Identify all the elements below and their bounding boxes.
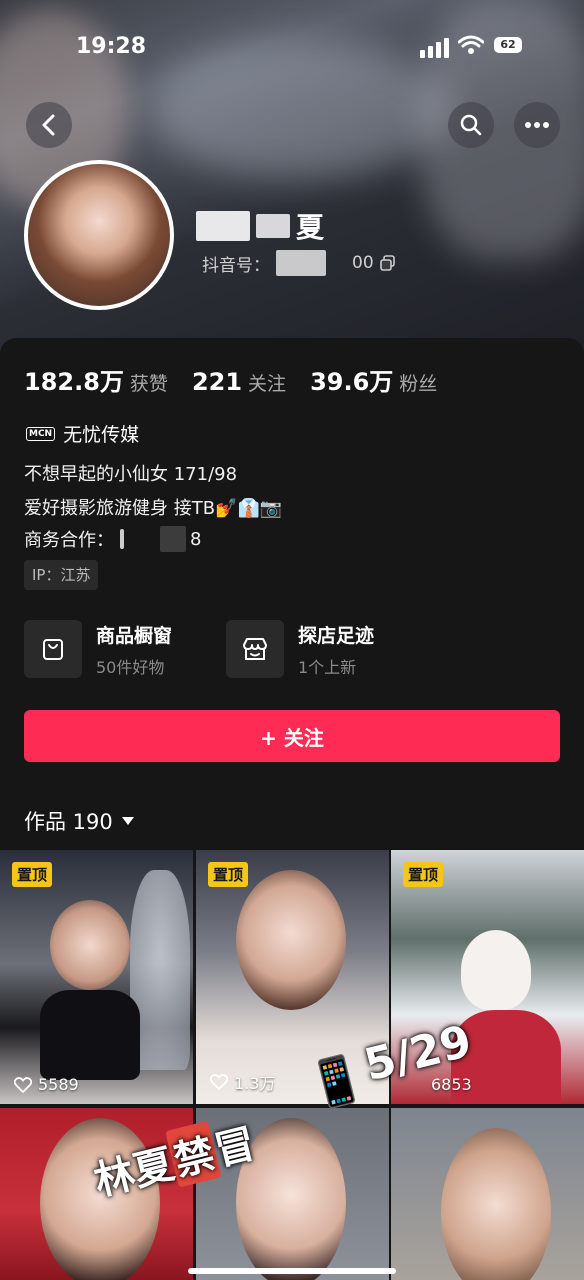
ip-location: IP：江苏 xyxy=(24,560,99,590)
more-button[interactable] xyxy=(514,102,560,148)
back-icon xyxy=(42,114,55,136)
likes-count: 1.3万 xyxy=(234,1074,276,1093)
nickname: 夏 xyxy=(196,206,324,246)
shop-icon xyxy=(226,620,284,678)
heart-icon xyxy=(14,1076,32,1093)
works-label: 作品 190 xyxy=(24,810,113,834)
home-indicator[interactable] xyxy=(188,1268,396,1274)
redaction-mask xyxy=(276,250,326,276)
likes-counter: 1.3万 xyxy=(210,1070,275,1094)
bag-icon xyxy=(24,620,82,678)
redaction-mask xyxy=(160,526,186,552)
likes-count: 6853 xyxy=(431,1075,472,1094)
bio-line: 爱好摄影旅游健身 接TB💅👔📷 xyxy=(24,498,283,519)
copy-icon[interactable] xyxy=(379,255,396,271)
more-icon xyxy=(525,122,549,128)
video-thumb[interactable]: 置顶 5589 xyxy=(0,850,193,1104)
stats-row: 182.8万 获赞 221 关注 39.6万 粉丝 xyxy=(24,362,461,397)
hat-shape xyxy=(461,930,531,1010)
card-subtitle: 1个上新 xyxy=(298,657,357,677)
card-subtitle: 50件好物 xyxy=(96,657,165,677)
face-shape xyxy=(236,870,346,1010)
follow-button[interactable]: + 关注 xyxy=(24,710,560,762)
nickname-text: 夏 xyxy=(296,211,325,244)
business-tail: 8 xyxy=(190,528,202,550)
caret-down-icon xyxy=(121,817,134,825)
followers-label: 粉丝 xyxy=(399,373,438,395)
status-time: 19:28 xyxy=(76,34,147,59)
face-shape xyxy=(441,1128,551,1280)
likes-label: 获赞 xyxy=(129,373,168,395)
likes-counter: 5589 xyxy=(14,1075,79,1094)
heart-icon xyxy=(210,1074,228,1090)
shop-window-card[interactable]: 商品橱窗 50件好物 xyxy=(24,620,172,678)
mcn-agency[interactable]: MCN 无忧传媒 xyxy=(26,420,139,447)
bio-line: 不想早起的小仙女 171/98 xyxy=(24,464,238,485)
battery-icon: 62 xyxy=(494,37,522,53)
pinned-badge: 置顶 xyxy=(208,862,249,887)
profile-cover: 19:28 62 夏 抖音号： 00 xyxy=(0,0,584,360)
card-title: 商品橱窗 xyxy=(96,624,173,647)
card-title: 探店足迹 xyxy=(298,624,375,647)
redaction-mask xyxy=(196,211,250,241)
redaction-mask xyxy=(120,529,124,549)
avatar[interactable] xyxy=(24,160,174,310)
wifi-icon xyxy=(458,35,484,54)
back-button[interactable] xyxy=(26,102,72,148)
douyin-id-label: 抖音号： xyxy=(202,255,270,276)
status-bar: 19:28 62 xyxy=(0,32,584,62)
mcn-icon: MCN xyxy=(26,426,56,441)
likes-count: 5589 xyxy=(38,1075,79,1094)
likes-count[interactable]: 182.8万 xyxy=(24,362,124,397)
signal-icon xyxy=(420,36,449,58)
business-label: 商务合作： xyxy=(24,530,114,551)
video-thumb[interactable] xyxy=(391,1108,584,1280)
pinned-badge: 置顶 xyxy=(12,862,53,887)
redaction-mask xyxy=(256,214,290,238)
following-count[interactable]: 221 xyxy=(192,368,242,396)
douyin-id-value: 00 xyxy=(352,253,374,273)
likes-counter: 6853 xyxy=(431,1075,472,1094)
douyin-id[interactable]: 抖音号： 00 xyxy=(202,250,396,276)
following-label: 关注 xyxy=(248,373,287,395)
bio-business: 商务合作： 8 xyxy=(24,526,201,552)
mcn-name: 无忧传媒 xyxy=(63,424,140,446)
followers-count[interactable]: 39.6万 xyxy=(310,362,393,397)
face-shape xyxy=(50,900,130,990)
works-tab[interactable]: 作品 190 xyxy=(24,806,135,836)
store-visit-card[interactable]: 探店足迹 1个上新 xyxy=(226,620,374,678)
search-button[interactable] xyxy=(448,102,494,148)
dress-shape xyxy=(40,990,140,1080)
pinned-badge: 置顶 xyxy=(403,862,444,887)
search-icon xyxy=(460,114,482,136)
